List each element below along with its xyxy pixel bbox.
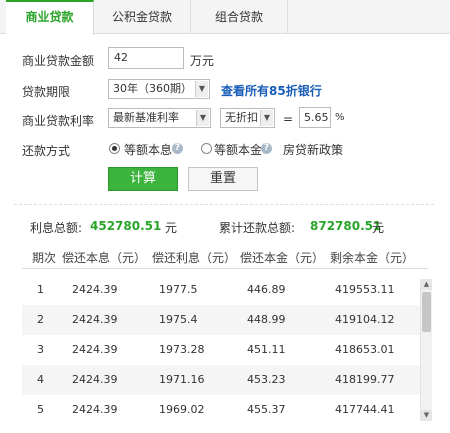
cell-interest: 1969.02 — [159, 403, 205, 416]
interest-total-value: 452780.51 — [90, 219, 162, 233]
repayment-total-unit: 元 — [372, 221, 385, 235]
repayment-total-label: 累计还款总额: — [219, 221, 296, 235]
table-row: 2 2424.39 1975.4 448.99 419104.12 — [22, 305, 420, 335]
cell-payment: 2424.39 — [72, 343, 118, 356]
cell-period: 1 — [37, 283, 44, 296]
cell-remaining: 419104.12 — [335, 313, 395, 326]
cell-principal: 448.99 — [247, 313, 286, 326]
tab-provident-fund-loan[interactable]: 公积金贷款 — [94, 0, 191, 34]
tab-combined-loan[interactable]: 组合贷款 — [191, 0, 288, 34]
chevron-down-icon: ▼ — [195, 81, 208, 97]
radio-equal-installment[interactable] — [109, 143, 120, 154]
method-label: 还款方式 — [22, 144, 71, 158]
table-row: 1 2424.39 1977.5 446.89 419553.11 — [22, 275, 420, 305]
table-header-principal: 偿还本金（元） — [240, 251, 325, 265]
table-scrollbar[interactable]: ▲ ▼ — [420, 279, 432, 421]
divider — [14, 204, 434, 205]
scrollbar-thumb[interactable] — [422, 292, 431, 332]
cell-remaining: 419553.11 — [335, 283, 395, 296]
table-header-divider — [22, 268, 428, 269]
cell-remaining: 417744.41 — [335, 403, 395, 416]
cell-period: 2 — [37, 313, 44, 326]
percent-unit: % — [335, 112, 345, 123]
repayment-total-value: 872780.51 — [310, 219, 382, 233]
help-circle-icon[interactable]: ? — [261, 143, 272, 154]
help-circle-icon[interactable]: ? — [172, 143, 183, 154]
cell-period: 5 — [37, 403, 44, 416]
cell-payment: 2424.39 — [72, 403, 118, 416]
table-header-period: 期次 — [32, 251, 57, 265]
arrow-up-icon[interactable]: ▲ — [421, 279, 432, 290]
amount-unit: 万元 — [190, 54, 215, 68]
rate-label: 商业贷款利率 — [22, 114, 95, 128]
discount-select-value: 无折扣 — [225, 111, 258, 124]
equals-sign: = — [283, 112, 294, 126]
table-header-payment: 偿还本息（元） — [62, 251, 147, 265]
term-select-value: 30年（360期） — [113, 82, 192, 95]
cell-principal: 453.23 — [247, 373, 286, 386]
cell-period: 4 — [37, 373, 44, 386]
discount-banks-link[interactable]: 查看所有85折银行 — [221, 82, 322, 99]
cell-principal: 451.11 — [247, 343, 286, 356]
term-label: 贷款期限 — [22, 85, 71, 99]
cell-payment: 2424.39 — [72, 373, 118, 386]
method-option1-label[interactable]: 等额本息 — [124, 141, 172, 158]
cell-interest: 1977.5 — [159, 283, 198, 296]
cell-period: 3 — [37, 343, 44, 356]
term-select[interactable]: 30年（360期） ▼ — [108, 79, 210, 99]
cell-principal: 446.89 — [247, 283, 286, 296]
interest-total-unit: 元 — [165, 221, 178, 235]
table-row: 5 2424.39 1969.02 455.37 417744.41 — [22, 395, 420, 425]
reset-button[interactable]: 重置 — [188, 167, 258, 191]
chevron-down-icon: ▼ — [260, 110, 273, 126]
radio-equal-principal[interactable] — [201, 143, 212, 154]
table-row: 3 2424.39 1973.28 451.11 418653.01 — [22, 335, 420, 365]
cell-payment: 2424.39 — [72, 313, 118, 326]
cell-remaining: 418199.77 — [335, 373, 395, 386]
cell-principal: 455.37 — [247, 403, 286, 416]
amount-label: 商业贷款金额 — [22, 54, 95, 68]
cell-remaining: 418653.01 — [335, 343, 395, 356]
cell-interest: 1975.4 — [159, 313, 198, 326]
cell-payment: 2424.39 — [72, 283, 118, 296]
table-header-remaining: 剩余本金（元） — [330, 251, 415, 265]
table-header-interest: 偿还利息（元） — [152, 251, 237, 265]
cell-interest: 1973.28 — [159, 343, 205, 356]
rate-type-select[interactable]: 最新基准利率 ▼ — [108, 108, 211, 128]
schedule-table: 1 2424.39 1977.5 446.89 419553.11 2 2424… — [22, 275, 420, 425]
chevron-down-icon: ▼ — [196, 110, 209, 126]
loan-type-tabs: 商业贷款 公积金贷款 组合贷款 — [0, 0, 450, 35]
rate-type-select-value: 最新基准利率 — [113, 111, 179, 124]
amount-input[interactable]: 42 — [108, 47, 184, 69]
calculate-button[interactable]: 计算 — [108, 167, 178, 191]
policy-link[interactable]: 房贷新政策 — [283, 141, 343, 158]
cell-interest: 1971.16 — [159, 373, 205, 386]
tab-commercial-loan[interactable]: 商业贷款 — [6, 0, 94, 35]
interest-total-label: 利息总额: — [30, 221, 83, 235]
rate-input[interactable]: 5.65 — [299, 107, 331, 128]
arrow-down-icon[interactable]: ▼ — [421, 410, 432, 421]
table-row: 4 2424.39 1971.16 453.23 418199.77 — [22, 365, 420, 395]
method-option2-label[interactable]: 等额本金 — [214, 141, 262, 158]
discount-select[interactable]: 无折扣 ▼ — [220, 108, 275, 128]
